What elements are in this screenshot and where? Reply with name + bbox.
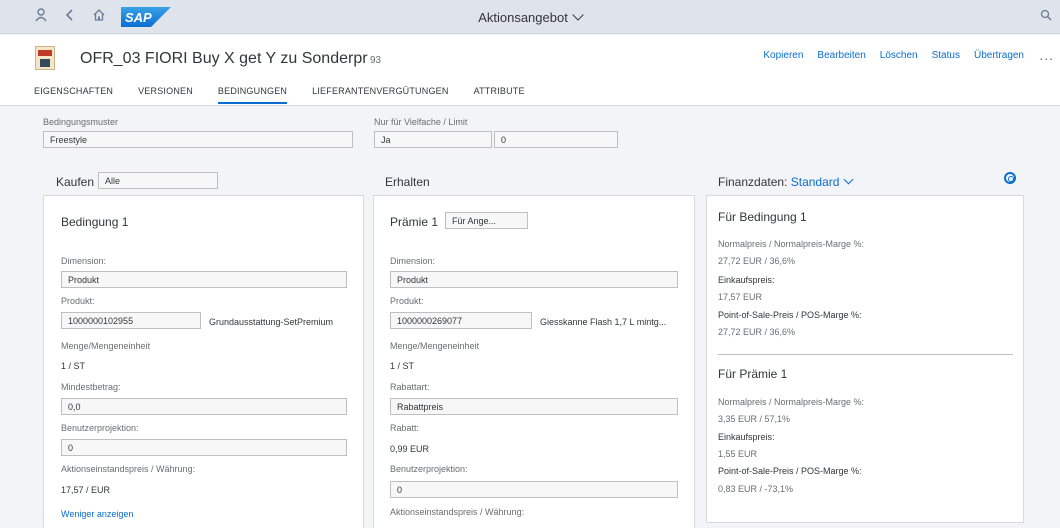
p1-pos-label: Point-of-Sale-Preis / POS-Marge %: xyxy=(718,466,862,476)
limit-input[interactable]: 0 xyxy=(494,131,618,148)
app-title-dropdown[interactable]: Aktionsangebot xyxy=(0,9,1060,25)
benutzer-input[interactable]: 0 xyxy=(390,481,678,498)
b1-pos-label: Point-of-Sale-Preis / POS-Marge %: xyxy=(718,310,862,320)
shell-bar: SAP Aktionsangebot xyxy=(0,0,1060,34)
praemie-title: Prämie 1 xyxy=(390,215,439,229)
p1-normal-label: Normalpreis / Normalpreis-Marge %: xyxy=(718,397,865,407)
produkt-name: Giesskanne Flash 1,7 L mintg... xyxy=(540,317,667,327)
search-icon[interactable] xyxy=(1040,8,1052,26)
produkt-input[interactable]: 1000000269077 xyxy=(390,312,532,329)
more-actions-icon[interactable]: ... xyxy=(1039,47,1054,63)
vielfache-label: Nur für Vielfache / Limit xyxy=(374,117,468,127)
produkt-name: Grundausstattung-SetPremium xyxy=(209,317,334,327)
copy-button[interactable]: Kopieren xyxy=(763,50,803,61)
produkt-label: Produkt: xyxy=(61,296,95,306)
dimension-input[interactable]: Produkt xyxy=(390,271,678,288)
rabattart-select[interactable]: Rabattpreis xyxy=(390,398,678,415)
b1-normal-label: Normalpreis / Normalpreis-Marge %: xyxy=(718,239,865,249)
menge-label: Menge/Mengeneinheit xyxy=(61,341,151,351)
aktion-label: Aktionseinstandspreis / Währung: xyxy=(390,507,525,517)
bedingung-card xyxy=(43,195,364,528)
kaufen-select[interactable]: Alle xyxy=(98,172,218,189)
finanz-title: Finanzdaten: xyxy=(718,175,788,189)
b1-pos-value: 27,72 EUR / 36,6% xyxy=(718,327,796,337)
finanz-p1-title: Für Prämie 1 xyxy=(718,367,788,381)
kaufen-title: Kaufen xyxy=(56,175,95,189)
edit-button[interactable]: Bearbeiten xyxy=(817,50,865,61)
divider xyxy=(718,354,1013,355)
produkt-input[interactable]: 1000000102955 xyxy=(61,312,201,329)
finanz-header: Finanzdaten: Standard xyxy=(718,174,854,189)
transfer-button[interactable]: Übertragen xyxy=(974,50,1024,61)
benutzer-input[interactable]: 0 xyxy=(61,439,347,456)
muster-label: Bedingungsmuster xyxy=(43,117,119,127)
dimension-label: Dimension: xyxy=(61,256,107,266)
rabattart-label: Rabattart: xyxy=(390,382,430,392)
offer-count: 93 xyxy=(370,55,382,66)
b1-ek-label: Einkaufspreis: xyxy=(718,275,775,285)
menge-label: Menge/Mengeneinheit xyxy=(390,341,480,351)
produkt-label: Produkt: xyxy=(390,296,424,306)
b1-ek-value: 17,57 EUR xyxy=(718,292,763,302)
page-title: OFR_03 FIORI Buy X get Y zu Sonderpr xyxy=(80,50,368,67)
b1-normal-value: 27,72 EUR / 36,6% xyxy=(718,256,796,266)
rabatt-value: 0,99 EUR xyxy=(390,444,430,454)
muster-input[interactable]: Freestyle xyxy=(43,131,353,148)
chevron-down-icon xyxy=(572,9,584,21)
benutzer-label: Benutzerprojektion: xyxy=(61,423,139,433)
rabatt-label: Rabatt: xyxy=(390,423,420,433)
p1-ek-value: 1,55 EUR xyxy=(718,449,758,459)
tab-bedingungen[interactable]: BEDINGUNGEN xyxy=(217,86,288,104)
bedingung-title: Bedingung 1 xyxy=(61,215,129,229)
mindest-input[interactable]: 0,0 xyxy=(61,398,347,415)
tab-attribute[interactable]: ATTRIBUTE xyxy=(474,86,525,104)
variant-selector[interactable]: Standard xyxy=(791,174,854,189)
menge-value: 1 / ST xyxy=(390,361,415,371)
aktion-value: 17,57 / EUR xyxy=(61,485,111,495)
vielfache-select[interactable]: Ja xyxy=(374,131,492,148)
praemie-select[interactable]: Für Ange... xyxy=(445,212,528,229)
product-thumbnail xyxy=(35,46,55,70)
aktion-label: Aktionseinstandspreis / Währung: xyxy=(61,464,196,474)
object-header: OFR_03 FIORI Buy X get Y zu Sonderpr 93 … xyxy=(0,35,1060,106)
show-less-link[interactable]: Weniger anzeigen xyxy=(61,509,133,519)
status-button[interactable]: Status xyxy=(932,50,960,61)
finanz-b1-title: Für Bedingung 1 xyxy=(718,210,807,224)
p1-normal-value: 3,35 EUR / 57,1% xyxy=(718,414,791,424)
tab-eigenschaften[interactable]: EIGENSCHAFTEN xyxy=(34,86,113,104)
mindest-label: Mindestbetrag: xyxy=(61,382,121,392)
chevron-down-icon xyxy=(843,174,854,185)
dimension-input[interactable]: Produkt xyxy=(61,271,347,288)
settings-icon[interactable] xyxy=(1004,172,1016,184)
tab-lieferantenverguetungen[interactable]: LIEFERANTENVERGÜTUNGEN xyxy=(312,86,448,104)
praemie-card xyxy=(373,195,695,528)
p1-ek-label: Einkaufspreis: xyxy=(718,432,775,442)
delete-button[interactable]: Löschen xyxy=(880,50,918,61)
tab-bar: EIGENSCHAFTEN VERSIONEN BEDINGUNGEN LIEF… xyxy=(34,86,525,104)
p1-pos-value: 0,83 EUR / -73,1% xyxy=(718,484,794,494)
header-actions: Kopieren Bearbeiten Löschen Status Übert… xyxy=(763,50,1024,61)
dimension-label: Dimension: xyxy=(390,256,436,266)
erhalten-title: Erhalten xyxy=(385,175,430,189)
tab-versionen[interactable]: VERSIONEN xyxy=(138,86,193,104)
benutzer-label: Benutzerprojektion: xyxy=(390,464,468,474)
menge-value: 1 / ST xyxy=(61,361,86,371)
